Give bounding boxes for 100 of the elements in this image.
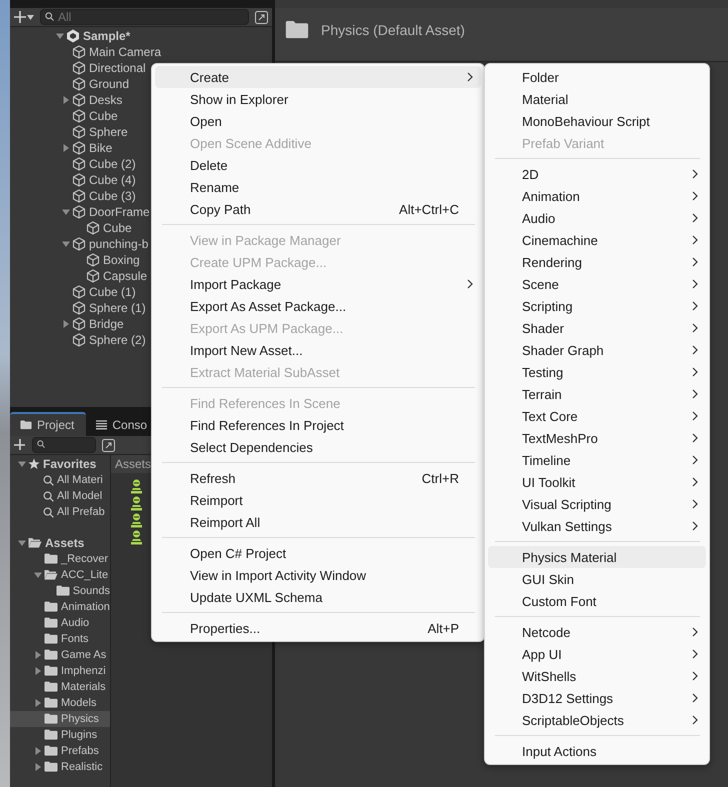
search-field[interactable]: All [40,9,249,25]
folder-row[interactable]: Imphenzi [10,663,110,679]
menu-item[interactable]: Shader [488,317,706,339]
favorite-item[interactable]: All Model [57,490,102,502]
menu-item[interactable]: Show in Explorer [155,88,481,110]
hierarchy-item[interactable]: Bike [89,141,112,155]
menu-item[interactable]: 2D [488,163,706,185]
scene-title[interactable]: Sample* [83,29,130,43]
hierarchy-item[interactable]: Sphere [89,125,128,139]
folder-row[interactable]: Realistic [10,759,110,775]
hierarchy-item[interactable]: Boxing [103,253,140,267]
hierarchy-item[interactable]: Cube (2) [89,157,136,171]
menu-item[interactable]: Delete [155,154,481,176]
folder-row[interactable]: Sounds [10,583,110,599]
folder-row[interactable]: Game As [10,647,110,663]
menu-item[interactable]: Reimport All [155,511,481,533]
menu-item[interactable]: Reimport [155,489,481,511]
collapsed-arrow-icon[interactable] [34,699,42,707]
menu-item[interactable]: Audio [488,207,706,229]
expanded-arrow-icon[interactable] [18,460,26,468]
folder-row[interactable]: Animation [10,599,110,615]
menu-item[interactable]: Update UXML Schema [155,586,481,608]
menu-item[interactable]: Copy Path Alt+Ctrl+C [155,198,481,220]
menu-item[interactable]: Input Actions [488,740,706,762]
hierarchy-item[interactable]: Cube [103,221,132,235]
hierarchy-item[interactable]: Sphere (2) [89,333,146,347]
menu-item[interactable]: Open C# Project [155,542,481,564]
menu-item[interactable]: ScriptableObjects [488,709,706,731]
collapsed-arrow-icon[interactable] [62,96,70,104]
hierarchy-item[interactable]: Cube (3) [89,189,136,203]
collapsed-arrow-icon[interactable] [62,320,70,328]
menu-item[interactable]: Folder [488,66,706,88]
menu-item[interactable]: App UI [488,643,706,665]
hierarchy-item[interactable]: Cube (4) [89,173,136,187]
menu-item[interactable]: UI Toolkit [488,471,706,493]
folder-row[interactable]: Prefabs [10,743,110,759]
folder-row[interactable]: Models [10,695,110,711]
add-button[interactable] [14,437,26,453]
maximize-icon[interactable] [102,438,115,452]
menu-item[interactable]: Terrain [488,383,706,405]
favorite-item[interactable]: All Prefab [57,506,105,518]
menu-item[interactable]: D3D12 Settings [488,687,706,709]
expanded-arrow-icon[interactable] [34,571,42,579]
hierarchy-item[interactable]: Main Camera [89,45,162,59]
expanded-arrow-icon[interactable] [62,208,70,216]
hierarchy-item[interactable]: Desks [89,93,122,107]
hierarchy-item[interactable]: Cube (1) [89,285,136,299]
hierarchy-item[interactable]: Ground [89,77,130,91]
expanded-arrow-icon[interactable] [56,32,64,40]
menu-item[interactable]: Scene [488,273,706,295]
add-button[interactable] [14,9,34,25]
expanded-arrow-icon[interactable] [18,539,26,547]
menu-item[interactable]: Cinemachine [488,229,706,251]
folder-row[interactable]: Fonts [10,631,110,647]
assets-label[interactable]: Assets [45,536,84,550]
menu-item[interactable]: TextMeshPro [488,427,706,449]
menu-item[interactable]: Rename [155,176,481,198]
maximize-icon[interactable] [255,10,268,24]
menu-item[interactable]: Properties... Alt+P [155,617,481,639]
menu-item[interactable]: Netcode [488,621,706,643]
menu-item[interactable]: Vulkan Settings [488,515,706,537]
menu-item[interactable]: Text Core [488,405,706,427]
folder-row[interactable]: Audio [10,615,110,631]
panel-tab[interactable]: Project [10,412,86,436]
menu-item[interactable]: Create [155,66,481,88]
menu-item[interactable]: Export As Asset Package... [155,295,481,317]
hierarchy-item[interactable]: Capsule [103,269,148,283]
search-field[interactable] [32,437,96,453]
menu-item[interactable]: Timeline [488,449,706,471]
collapsed-arrow-icon[interactable] [62,144,70,152]
favorites-label[interactable]: Favorites [43,457,96,471]
menu-item[interactable]: Import New Asset... [155,339,481,361]
hierarchy-item[interactable]: punching-b [89,237,148,251]
menu-item[interactable]: Animation [488,185,706,207]
folder-row[interactable]: Plugins [10,727,110,743]
favorite-item[interactable]: All Materi [57,474,103,486]
menu-item[interactable]: Visual Scripting [488,493,706,515]
menu-item[interactable]: Testing [488,361,706,383]
expanded-arrow-icon[interactable] [62,240,70,248]
menu-item[interactable]: MonoBehaviour Script [488,110,706,132]
folder-row[interactable]: ACC_Lite [10,567,110,583]
folder-row[interactable]: Physics [10,711,110,727]
hierarchy-item[interactable]: Directional [89,61,146,75]
menu-item[interactable]: Rendering [488,251,706,273]
menu-item[interactable]: Scripting [488,295,706,317]
menu-item[interactable]: Physics Material [488,546,706,568]
menu-item[interactable]: GUI Skin [488,568,706,590]
hierarchy-item[interactable]: Cube [89,109,118,123]
menu-item[interactable]: Refresh Ctrl+R [155,467,481,489]
menu-item[interactable]: Open [155,110,481,132]
hierarchy-item[interactable]: Sphere (1) [89,301,146,315]
menu-item[interactable]: Material [488,88,706,110]
menu-item[interactable]: WitShells [488,665,706,687]
folder-row[interactable]: Materials [10,679,110,695]
menu-item[interactable]: View in Import Activity Window [155,564,481,586]
hierarchy-item[interactable]: DoorFrame [89,205,150,219]
menu-item[interactable]: Select Dependencies [155,436,481,458]
menu-item[interactable]: Shader Graph [488,339,706,361]
hierarchy-item[interactable]: Bridge [89,317,124,331]
folder-row[interactable]: _Recover [10,551,110,567]
